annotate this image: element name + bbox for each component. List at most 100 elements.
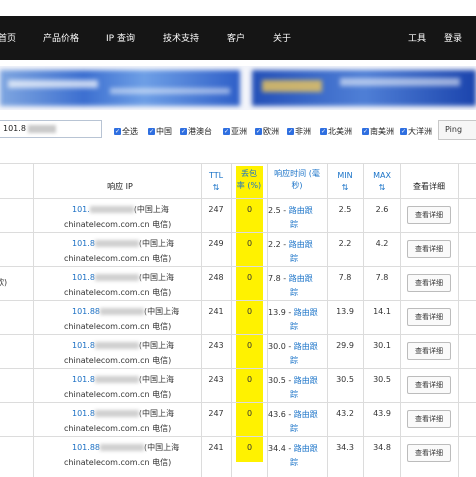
max-value: 43.9 (373, 409, 391, 418)
response-ip: 101.8 (中国上海 (72, 340, 174, 351)
ip-location: (中国上海 (133, 205, 169, 214)
response-ip: 101.8 (中国上海 (72, 374, 174, 385)
option-africa[interactable]: ✓ 非洲 (287, 126, 311, 137)
option-asia[interactable]: ✓ 亚洲 (223, 126, 247, 137)
min-value: 30.5 (336, 375, 354, 384)
sort-icon: ⇅ (212, 183, 220, 192)
view-detail-button[interactable]: 查看详细 (407, 240, 451, 258)
response-ip: 101. (中国上海 (72, 204, 169, 215)
response-value: 30.5 (268, 376, 286, 385)
nav-about[interactable]: 关于 (273, 31, 291, 44)
trace-route-link[interactable]: 路由跟 (289, 206, 313, 215)
ttl-value: 247 (208, 409, 224, 418)
trace-route-link-cont[interactable]: 踪 (290, 424, 298, 433)
response-value: 34.4 (268, 444, 286, 453)
ip-redacted (100, 444, 144, 451)
trace-route-link[interactable]: 路由跟 (289, 240, 313, 249)
trace-route-link-cont[interactable]: 踪 (290, 288, 298, 297)
trace-route-link-cont[interactable]: 踪 (290, 356, 298, 365)
ip-address[interactable]: 101.88 (72, 443, 100, 452)
ip-location: (中国上海 (138, 341, 175, 350)
nav-login[interactable]: 登录 (444, 31, 462, 44)
trace-route-link[interactable]: 路由跟 (289, 274, 313, 283)
option-label: 非洲 (295, 127, 311, 136)
option-europe[interactable]: ✓ 欧洲 (255, 126, 279, 137)
view-detail-button[interactable]: 查看详细 (407, 376, 451, 394)
header-response[interactable]: 响应时间 (毫 秒) (268, 168, 326, 192)
max-value: 2.6 (375, 205, 389, 214)
min-value: 2.2 (338, 239, 352, 248)
ping-button[interactable]: Ping (438, 120, 476, 140)
option-label: 欧洲 (263, 127, 279, 136)
trace-route-link[interactable]: 路由跟 (294, 342, 318, 351)
min-value: 29.9 (336, 341, 354, 350)
trace-route-link-cont[interactable]: 踪 (290, 390, 298, 399)
option-china[interactable]: ✓ 中国 (148, 126, 172, 137)
ttl-value: 241 (208, 443, 224, 452)
response-ip: 101.8 (中国上海 (72, 408, 174, 419)
trace-route-link[interactable]: 路由跟 (294, 444, 318, 453)
ip-address[interactable]: 101.8 (72, 341, 95, 350)
sort-icon: ⇅ (378, 183, 386, 192)
nav-tools[interactable]: 工具 (408, 31, 426, 44)
trace-route-link-cont[interactable]: 踪 (290, 220, 298, 229)
table-row: 101. (中国上海 chinatelecom.com.cn 电信) 247 0 2.5 … (0, 199, 476, 233)
ip-address[interactable]: 101.8 (72, 409, 95, 418)
min-value: 13.9 (336, 307, 354, 316)
view-detail-button[interactable]: 查看详细 (407, 444, 451, 462)
view-detail-button[interactable]: 查看详细 (407, 274, 451, 292)
nav-customers[interactable]: 客户 (227, 31, 245, 44)
ttl-value: 241 (208, 307, 224, 316)
ip-isp: chinatelecom.com.cn 电信) (64, 356, 172, 365)
ip-isp: chinatelecom.com.cn 电信) (64, 254, 172, 263)
option-north-america[interactable]: ✓ 北美洲 (320, 126, 352, 137)
loss-value: 0 (246, 273, 253, 282)
trace-route-link[interactable]: 路由跟 (294, 410, 318, 419)
header-ttl[interactable]: TTL ⇅ (202, 170, 230, 194)
response-time: 43.6 - 路由跟踪 (268, 410, 318, 433)
grid-line (0, 163, 476, 164)
max-value: 34.8 (373, 443, 391, 452)
trace-route-link[interactable]: 路由跟 (294, 376, 318, 385)
view-detail-button[interactable]: 查看详细 (407, 308, 451, 326)
option-south-america[interactable]: ✓ 南美洲 (362, 126, 394, 137)
header-min[interactable]: MIN ⇅ (328, 170, 362, 194)
table-row: 101.88 (中国上海 chinatelecom.com.cn 电信) 241 0 34… (0, 437, 476, 471)
ip-address[interactable]: 101.8 (72, 375, 95, 384)
loss-value: 0 (246, 205, 253, 214)
trace-route-link-cont[interactable]: 踪 (290, 322, 298, 331)
nav-home[interactable]: 首页 (0, 31, 16, 44)
trace-route-link[interactable]: 路由跟 (294, 308, 318, 317)
option-hk-mo-tw[interactable]: ✓ 港澳台 (180, 126, 212, 137)
view-detail-button[interactable]: 查看详细 (407, 410, 451, 428)
ip-address[interactable]: 101.88 (72, 307, 100, 316)
response-value: 2.5 (268, 206, 281, 215)
checkbox-checked-icon: ✓ (148, 128, 155, 135)
view-detail-button[interactable]: 查看详细 (407, 206, 451, 224)
ip-address[interactable]: 101. (72, 205, 90, 214)
option-oceania[interactable]: ✓ 大洋洲 (400, 126, 432, 137)
checkbox-checked-icon: ✓ (255, 128, 262, 135)
header-max[interactable]: MAX ⇅ (364, 170, 400, 194)
ip-address[interactable]: 101.8 (72, 273, 95, 282)
nav-pricing[interactable]: 产品价格 (43, 31, 79, 44)
checkbox-checked-icon: ✓ (287, 128, 294, 135)
table-row: 欧) 101.8 (中国上海 chinatelecom.com.cn 电信) 248 0 7… (0, 267, 476, 301)
ip-redacted (89, 206, 134, 213)
nav-ip-query[interactable]: IP 查询 (106, 31, 135, 44)
ip-address[interactable]: 101.8 (72, 239, 95, 248)
ip-input[interactable]: 101.8 (0, 120, 102, 138)
ip-redacted (27, 124, 56, 133)
view-detail-button[interactable]: 查看详细 (407, 342, 451, 360)
table-row: 101.8 (中国上海 chinatelecom.com.cn 电信) 243 0 30.… (0, 335, 476, 369)
header-loss[interactable]: 丢包 率 (%) (232, 168, 266, 192)
trace-route-link-cont[interactable]: 踪 (290, 458, 298, 467)
trace-route-link-cont[interactable]: 踪 (290, 254, 298, 263)
ttl-value: 247 (208, 205, 224, 214)
nav-support[interactable]: 技术支持 (163, 31, 199, 44)
table-row: 101.88 (中国上海 chinatelecom.com.cn 电信) 241 0 13… (0, 301, 476, 335)
header-response-line1: 响应时间 (毫 (274, 169, 320, 178)
loss-value: 0 (246, 443, 253, 452)
option-all[interactable]: ✓ 全选 (114, 126, 138, 137)
ip-isp: chinatelecom.com.cn 电信) (64, 390, 172, 399)
